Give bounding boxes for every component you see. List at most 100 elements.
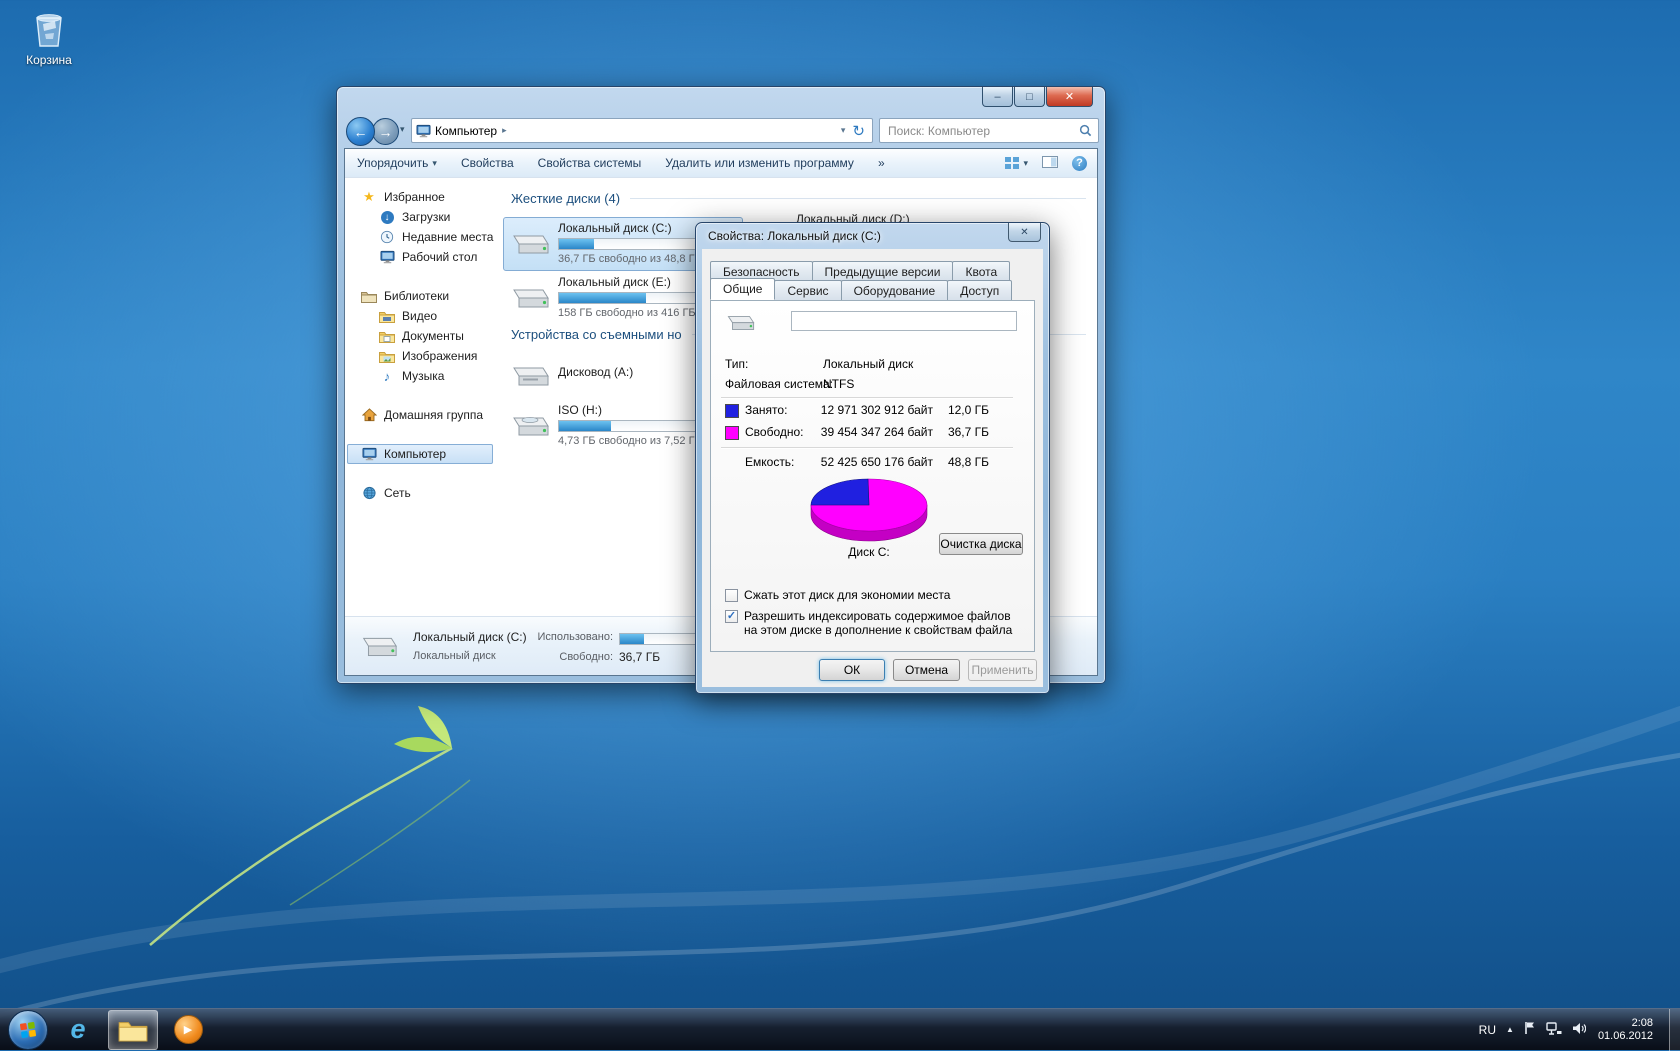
tab-hardware[interactable]: Оборудование xyxy=(841,280,949,302)
address-bar[interactable]: Компьютер ▸ ▾ ↻ xyxy=(411,118,873,143)
capacity-bar xyxy=(558,420,700,432)
network-icon xyxy=(1546,1022,1562,1035)
desktop[interactable]: Корзина – □ ✕ ← → ▾ Компьютер ▸ ▾ ↻ xyxy=(0,0,1680,1050)
tray-expand-arrow[interactable]: ▲ xyxy=(1506,1025,1514,1034)
sidebar-item-downloads[interactable]: ↓ Загрузки xyxy=(345,207,495,227)
taskbar-ie-button[interactable]: e xyxy=(53,1010,103,1050)
tab-page-general: Тип: Локальный диск Файловая система: NT… xyxy=(710,300,1035,652)
refresh-button[interactable]: ↻ xyxy=(849,122,868,140)
recycle-bin[interactable]: Корзина xyxy=(14,8,84,67)
music-label: Музыка xyxy=(402,369,444,383)
cancel-button[interactable]: Отмена xyxy=(893,659,960,681)
favorites-label: Избранное xyxy=(384,190,445,204)
sidebar-section-libraries[interactable]: Библиотеки xyxy=(345,286,495,306)
toolbar-overflow-button[interactable]: » xyxy=(878,156,885,170)
system-properties-button[interactable]: Свойства системы xyxy=(538,156,642,170)
help-button[interactable]: ? xyxy=(1072,156,1087,171)
tab-label: Общие xyxy=(723,282,762,296)
separator xyxy=(721,397,1013,399)
start-button[interactable] xyxy=(8,1010,48,1050)
computer-icon xyxy=(416,124,431,138)
overflow-chevron-icon: » xyxy=(878,156,885,170)
minimize-button[interactable]: – xyxy=(982,87,1013,107)
language-indicator[interactable]: RU xyxy=(1479,1023,1496,1037)
disk-cleanup-button[interactable]: Очистка диска xyxy=(939,533,1023,555)
tab-label: Доступ xyxy=(960,284,999,298)
media-player-icon: ▶ xyxy=(174,1015,203,1044)
type-label: Тип: xyxy=(725,357,748,371)
properties-dialog: Свойства: Локальный диск (C:) ✕ Безопасн… xyxy=(695,222,1050,694)
ok-button[interactable]: ОК xyxy=(819,659,885,681)
computer-label: Компьютер xyxy=(384,447,446,461)
sidebar-section-computer[interactable]: Компьютер xyxy=(347,444,493,464)
chevron-down-icon: ▾ xyxy=(400,124,405,134)
network-tray-button[interactable] xyxy=(1546,1022,1562,1038)
forward-button[interactable]: → xyxy=(372,118,399,145)
tab-label: Оборудование xyxy=(854,284,936,298)
sidebar-item-documents[interactable]: Документы xyxy=(345,326,495,346)
breadcrumb-computer[interactable]: Компьютер ▸ xyxy=(431,122,511,140)
system-tray: RU ▲ 2 xyxy=(1479,1009,1680,1051)
ok-label: ОК xyxy=(844,663,860,677)
taskbar-explorer-button[interactable] xyxy=(108,1010,158,1050)
group-header-hard-disks: Жесткие диски (4) xyxy=(511,191,1086,206)
show-desktop-button[interactable] xyxy=(1669,1009,1680,1051)
capacity-bar-fill xyxy=(559,239,594,249)
action-center-button[interactable] xyxy=(1524,1021,1536,1038)
tab-sharing[interactable]: Доступ xyxy=(947,280,1012,302)
taskbar: e ▶ RU ▲ xyxy=(0,1008,1680,1050)
maximize-button[interactable]: □ xyxy=(1014,87,1045,107)
properties-button[interactable]: Свойства xyxy=(461,156,514,170)
tab-general[interactable]: Общие xyxy=(710,278,775,300)
volume-icon xyxy=(1572,1022,1586,1035)
minimize-icon: – xyxy=(994,91,1000,103)
index-checkbox[interactable]: ✓ xyxy=(725,610,738,623)
chevron-down-icon: ▾ xyxy=(432,158,437,169)
preview-pane-button[interactable] xyxy=(1042,156,1058,171)
separator xyxy=(721,447,1013,449)
address-dropdown[interactable]: ▾ xyxy=(837,125,850,136)
uninstall-program-button[interactable]: Удалить или изменить программу xyxy=(665,156,854,170)
sidebar-section-favorites[interactable]: ★ Избранное xyxy=(345,187,495,207)
search-box xyxy=(879,118,1099,143)
disk-usage-pie-chart xyxy=(799,473,939,543)
tab-previous-versions[interactable]: Предыдущие версии xyxy=(812,261,954,282)
refresh-icon: ↻ xyxy=(852,123,865,140)
volume-tray-button[interactable] xyxy=(1572,1022,1586,1038)
compress-checkbox[interactable] xyxy=(725,589,738,602)
pictures-label: Изображения xyxy=(402,349,477,363)
videos-label: Видео xyxy=(402,309,437,323)
dialog-close-button[interactable]: ✕ xyxy=(1008,223,1041,242)
used-bytes: 12 971 302 912 байт xyxy=(811,403,933,417)
sidebar-item-videos[interactable]: Видео xyxy=(345,306,495,326)
views-button[interactable]: ▾ xyxy=(1005,157,1028,169)
hard-drive-icon xyxy=(357,627,399,665)
sidebar-item-pictures[interactable]: Изображения xyxy=(345,346,495,366)
group-header-line xyxy=(630,198,1086,199)
views-grid-icon xyxy=(1005,157,1019,169)
disc-drive-icon xyxy=(507,405,551,443)
group-header-label: Жесткие диски (4) xyxy=(511,191,620,206)
chevron-down-icon: ▾ xyxy=(1023,158,1028,169)
tab-quota[interactable]: Квота xyxy=(952,261,1010,282)
desktop-monitor-icon xyxy=(380,250,395,264)
close-button[interactable]: ✕ xyxy=(1046,87,1093,107)
sidebar-item-recent-places[interactable]: Недавние места xyxy=(345,227,495,247)
breadcrumb-label: Компьютер xyxy=(435,124,497,138)
tray-clock[interactable]: 2:08 01.06.2012 xyxy=(1598,1017,1653,1043)
recent-places-label: Недавние места xyxy=(402,230,493,244)
search-input[interactable] xyxy=(886,123,1079,139)
sidebar-item-music[interactable]: ♪ Музыка xyxy=(345,366,495,386)
sidebar-section-homegroup[interactable]: Домашняя группа xyxy=(345,405,495,425)
type-value: Локальный диск xyxy=(823,357,913,371)
toolbar-right-icons: ▾ ? xyxy=(1005,156,1097,171)
history-dropdown[interactable]: ▾ xyxy=(400,124,405,135)
organize-menu[interactable]: Упорядочить ▾ xyxy=(357,156,437,170)
volume-label-input[interactable] xyxy=(791,311,1017,331)
sidebar-section-network[interactable]: Сеть xyxy=(345,483,495,503)
tab-tools[interactable]: Сервис xyxy=(774,280,841,302)
back-button[interactable]: ← xyxy=(346,117,375,146)
sidebar-item-desktop[interactable]: Рабочий стол xyxy=(345,247,495,267)
taskbar-media-player-button[interactable]: ▶ xyxy=(163,1010,213,1050)
pie-chart-label: Диск C: xyxy=(799,545,939,559)
